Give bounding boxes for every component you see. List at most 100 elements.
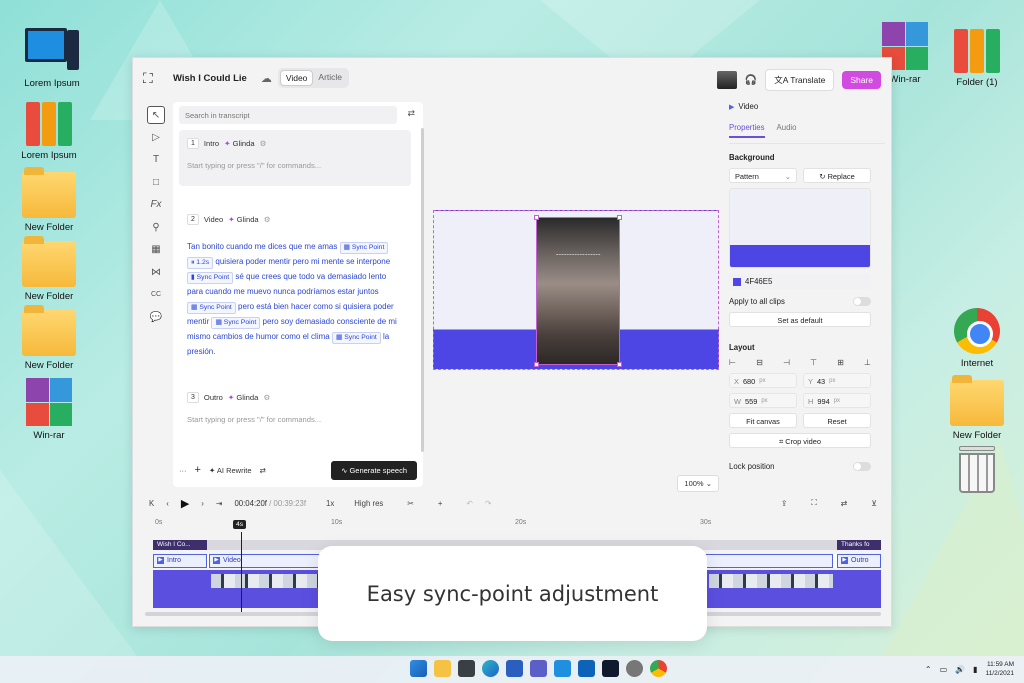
tab-audio[interactable]: Audio bbox=[777, 123, 797, 138]
comment-tool-icon[interactable]: 💬 bbox=[147, 309, 165, 327]
align-right-icon[interactable]: ⊣ bbox=[783, 358, 790, 367]
camera-icon[interactable] bbox=[458, 660, 475, 677]
volume-icon[interactable]: 🔊 bbox=[955, 665, 965, 674]
background-preview[interactable] bbox=[729, 188, 871, 268]
effects-tool-icon[interactable]: Fx bbox=[147, 196, 165, 214]
lock-position-toggle[interactable] bbox=[853, 462, 871, 471]
add-block-button[interactable]: + bbox=[195, 464, 201, 476]
block-placeholder[interactable]: Start typing or press "/" for commands..… bbox=[179, 403, 411, 432]
upload-icon[interactable]: ⇪ bbox=[781, 499, 788, 508]
tab-properties[interactable]: Properties bbox=[729, 123, 765, 138]
split-icon[interactable]: ✂ bbox=[407, 499, 414, 508]
next-frame-icon[interactable]: › bbox=[201, 499, 204, 508]
apply-all-toggle[interactable] bbox=[853, 297, 871, 306]
voice-settings-icon[interactable]: ⚙ bbox=[263, 393, 270, 402]
chrome-icon[interactable] bbox=[650, 660, 667, 677]
headphones-icon[interactable]: 🎧 bbox=[745, 75, 757, 86]
section-clip-outro[interactable]: Outro bbox=[837, 554, 881, 568]
align-left-icon[interactable]: ⊢ bbox=[729, 358, 736, 367]
store-icon[interactable] bbox=[506, 660, 523, 677]
prev-frame-icon[interactable]: ‹ bbox=[166, 499, 169, 508]
playhead[interactable] bbox=[241, 532, 242, 612]
resize-handle[interactable] bbox=[617, 215, 622, 220]
redo-icon[interactable]: ↷ bbox=[485, 499, 492, 508]
sync-point-chip[interactable]: ▮ Sync Point bbox=[187, 272, 234, 284]
desktop-icon-folder[interactable]: New Folder bbox=[14, 305, 84, 371]
pointer-tool-icon[interactable]: ↖ bbox=[147, 106, 165, 124]
undo-icon[interactable]: ↶ bbox=[466, 499, 473, 508]
teams-icon[interactable] bbox=[530, 660, 547, 677]
resolution-select[interactable]: High res bbox=[354, 499, 383, 508]
sync-point-chip[interactable]: ▦ Sync Point bbox=[339, 242, 389, 254]
reset-button[interactable]: Reset bbox=[803, 413, 871, 428]
generate-speech-button[interactable]: ∿ Generate speech bbox=[331, 460, 417, 480]
crop-video-button[interactable]: ⌗ Crop video bbox=[729, 433, 871, 448]
text-tool-icon[interactable]: T bbox=[147, 151, 165, 169]
voice-label[interactable]: Glinda bbox=[224, 139, 255, 148]
fullscreen-icon[interactable]: ⛶ bbox=[811, 498, 816, 508]
mail-icon[interactable] bbox=[554, 660, 571, 677]
filter-icon[interactable]: ⇄ bbox=[407, 108, 415, 119]
replace-button[interactable]: ↻ Replace bbox=[803, 168, 871, 183]
resize-handle[interactable] bbox=[534, 362, 539, 367]
tab-article[interactable]: Article bbox=[313, 70, 347, 86]
block-placeholder[interactable]: Start typing or press "/" for commands..… bbox=[179, 149, 411, 178]
script-block-outro[interactable]: 3 Outro Glinda ⚙ Start typing or press "… bbox=[179, 384, 411, 440]
hex-color-input[interactable]: 4F46E5 bbox=[729, 274, 871, 289]
play-icon[interactable]: ▶ bbox=[181, 497, 189, 510]
filter-tool-icon[interactable]: ⚲ bbox=[147, 219, 165, 237]
network-icon[interactable]: ▭ bbox=[940, 665, 948, 674]
captions-tool-icon[interactable]: CC bbox=[147, 286, 165, 304]
align-center-h-icon[interactable]: ⊟ bbox=[756, 358, 763, 367]
background-type-select[interactable]: Pattern ⌄ bbox=[729, 168, 797, 183]
sync-point-chip[interactable]: ▦ Sync Point bbox=[331, 332, 381, 344]
y-position-input[interactable]: Y 43 px bbox=[803, 373, 871, 388]
active-app-icon[interactable] bbox=[602, 660, 619, 677]
resize-handle[interactable] bbox=[617, 362, 622, 367]
align-top-icon[interactable]: ⊤ bbox=[810, 358, 817, 367]
more-options-icon[interactable]: ··· bbox=[179, 466, 187, 475]
clock[interactable]: 11:59 AM 11/2/2021 bbox=[986, 660, 1014, 678]
pause-chip[interactable]: ⏸ 1.2s bbox=[187, 257, 214, 269]
height-input[interactable]: H 994 px bbox=[803, 393, 871, 408]
video-clip-frame[interactable]: ~~~~~~~~~~~~~~~~~ bbox=[534, 215, 622, 367]
transition-tool-icon[interactable]: ⋈ bbox=[147, 264, 165, 282]
layout-tool-icon[interactable]: ▦ bbox=[147, 241, 165, 259]
title-clip[interactable]: Thanks fo bbox=[837, 540, 881, 550]
collapse-icon[interactable]: ⊻ bbox=[871, 499, 877, 508]
zoom-select[interactable]: 100% ⌄ bbox=[677, 475, 719, 492]
skip-start-icon[interactable]: K bbox=[149, 499, 154, 508]
video-canvas[interactable]: ~~~~~~~~~~~~~~~~~ bbox=[433, 210, 719, 370]
desktop-icon-folder[interactable]: New Folder bbox=[942, 375, 1012, 441]
desktop-icon-folder[interactable]: New Folder bbox=[14, 236, 84, 302]
voice-settings-icon[interactable]: ⚙ bbox=[260, 139, 267, 148]
skip-end-icon[interactable]: ⇥ bbox=[216, 499, 223, 508]
section-clip-intro[interactable]: Intro bbox=[153, 554, 207, 568]
resize-handle[interactable] bbox=[534, 215, 539, 220]
voice-label[interactable]: Glinda bbox=[228, 393, 258, 402]
width-input[interactable]: W 559 px bbox=[729, 393, 797, 408]
settings-icon[interactable] bbox=[626, 660, 643, 677]
script-block-video[interactable]: 2 Video Glinda ⚙ Tan bonito cuando me di… bbox=[179, 206, 411, 366]
script-scrollbar[interactable] bbox=[421, 128, 424, 452]
app-logo-icon[interactable]: ⛶ bbox=[143, 70, 159, 86]
ai-rewrite-button[interactable]: ✦ AI Rewrite bbox=[209, 466, 252, 475]
desktop-icon-internet[interactable]: Internet bbox=[942, 308, 1012, 369]
desktop-icon-binders[interactable]: Lorem Ipsum bbox=[14, 100, 84, 161]
script-text[interactable]: Tan bonito cuando me dices que me amas ▦… bbox=[179, 225, 411, 359]
file-explorer-icon[interactable] bbox=[434, 660, 451, 677]
x-position-input[interactable]: X 680 px bbox=[729, 373, 797, 388]
sync-point-chip[interactable]: ▦ Sync Point bbox=[187, 302, 236, 314]
color-swatch[interactable] bbox=[733, 277, 741, 286]
tab-video[interactable]: Video bbox=[279, 70, 314, 86]
avatar[interactable] bbox=[716, 71, 737, 89]
voice-settings-icon[interactable]: ⚙ bbox=[264, 215, 271, 224]
project-title[interactable]: Wish I Could Lie bbox=[173, 73, 247, 84]
desktop-icon-trash[interactable] bbox=[942, 446, 1012, 498]
set-default-button[interactable]: Set as default bbox=[729, 312, 871, 327]
app-icon[interactable] bbox=[578, 660, 595, 677]
swap-icon[interactable]: ⇄ bbox=[260, 466, 266, 475]
translate-button[interactable]: 文A Translate bbox=[765, 69, 835, 91]
title-clip[interactable]: Wish I Co... bbox=[153, 540, 207, 550]
voice-label[interactable]: Glinda bbox=[228, 215, 259, 224]
